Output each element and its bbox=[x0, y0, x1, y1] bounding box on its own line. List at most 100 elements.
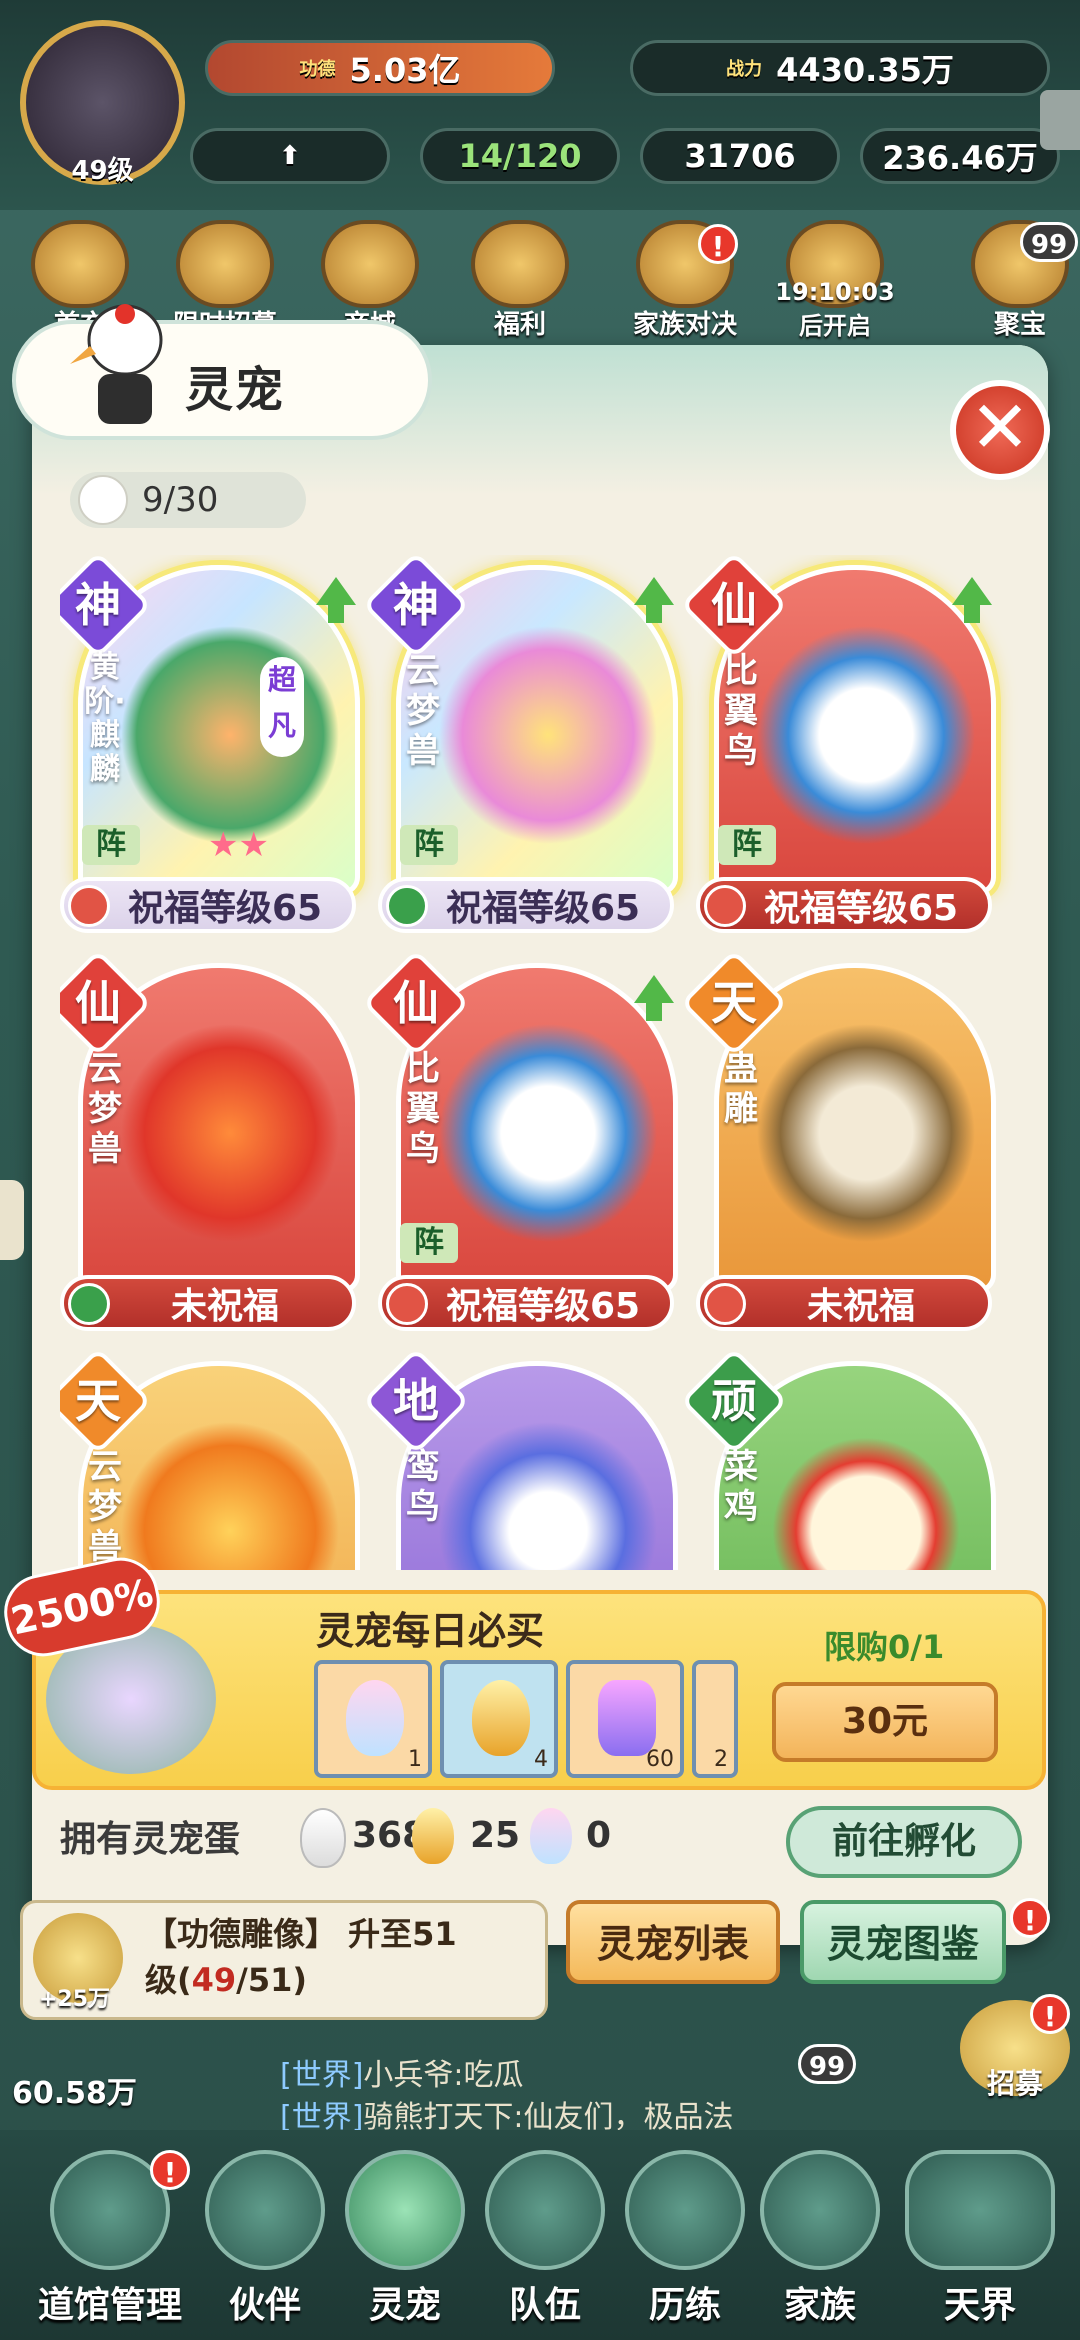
offer-title: 灵宠每日必买 bbox=[316, 1609, 545, 1653]
pet-dex-tab[interactable]: 灵宠图鉴 bbox=[800, 1900, 1006, 1984]
upgrade-arrow-icon[interactable] bbox=[316, 577, 356, 623]
formation-tag: 阵 bbox=[718, 825, 776, 865]
event-timer-button[interactable]: 19:10:03 后开启 bbox=[760, 220, 910, 350]
pet-list-tab[interactable]: 灵宠列表 bbox=[566, 1900, 780, 1984]
rarity-badge: 超凡 bbox=[260, 657, 304, 757]
pet-name: 鸾鸟 bbox=[406, 1447, 440, 1527]
buy-button[interactable]: 30元 bbox=[772, 1682, 998, 1762]
white-egg-icon bbox=[300, 1808, 346, 1868]
shop-icon bbox=[321, 220, 419, 308]
nav-label: 伙伴 bbox=[228, 2285, 301, 2326]
owned-eggs-label: 拥有灵宠蛋 bbox=[60, 1819, 241, 1860]
pet-card[interactable]: 仙 比翼鸟 阵 祝福等级65 bbox=[362, 949, 678, 1333]
close-button[interactable]: ✕ bbox=[950, 380, 1050, 480]
crystal-icon bbox=[598, 1680, 656, 1756]
go-hatch-button[interactable]: 前往孵化 bbox=[786, 1806, 1022, 1878]
pet-capacity-value: 9/30 bbox=[142, 480, 219, 520]
rainbow-egg-count: 0 bbox=[586, 1815, 612, 1856]
currency-coin: 236.46万 bbox=[860, 128, 1060, 184]
upgrade-arrow-icon[interactable] bbox=[634, 577, 674, 623]
nav-training[interactable]: 历练 bbox=[620, 2150, 750, 2340]
offer-item[interactable]: 60 bbox=[566, 1660, 684, 1778]
upgrade-arrow-icon[interactable] bbox=[952, 577, 992, 623]
scroll-icon bbox=[485, 2150, 605, 2270]
pet-name: 云梦兽 bbox=[88, 1447, 122, 1567]
power-value: 4430.35万 bbox=[776, 51, 954, 89]
pet-card[interactable]: 天 云梦兽 bbox=[60, 1347, 360, 1570]
puzzle-icon[interactable] bbox=[1040, 90, 1080, 150]
bless-level: 祝福等级65 bbox=[763, 888, 959, 929]
family-gate-icon bbox=[760, 2150, 880, 2270]
bless-level-button[interactable]: 祝福等级65 bbox=[378, 1275, 674, 1331]
currency-jade: 31706 bbox=[640, 128, 840, 184]
pet-name: 云梦兽 bbox=[406, 651, 440, 771]
grade-text: 天 bbox=[711, 976, 757, 1030]
bless-level-button[interactable]: 未祝福 bbox=[696, 1275, 992, 1331]
chat-channel: [世界] bbox=[280, 2058, 364, 2093]
merit-bar: 功德 5.03亿 bbox=[205, 40, 555, 96]
sword-icon bbox=[68, 885, 110, 927]
nav-label: 队伍 bbox=[508, 2285, 581, 2326]
offer-item[interactable]: 4 bbox=[440, 1660, 558, 1778]
arrow-up-icon[interactable]: ⬆ bbox=[190, 128, 390, 184]
grade-text: 仙 bbox=[393, 976, 439, 1030]
nav-pet[interactable]: 灵宠 bbox=[340, 2150, 470, 2340]
offer-item[interactable]: 1 bbox=[314, 1660, 432, 1778]
welfare-button[interactable]: 福利 bbox=[460, 220, 580, 350]
pet-card[interactable]: 神 黄阶·麒麟 超凡 阵 ★★ 祝福等级65 bbox=[60, 555, 360, 935]
offer-item[interactable]: 2 bbox=[692, 1660, 738, 1778]
pet-name: 蛊雕 bbox=[724, 1049, 758, 1129]
pet-name: 黄阶·麒麟 bbox=[84, 650, 126, 787]
flame-icon bbox=[78, 475, 128, 525]
upgrade-arrow-icon[interactable] bbox=[634, 975, 674, 1021]
recruit-icon bbox=[176, 220, 274, 308]
pet-card[interactable]: 地 鸾鸟 bbox=[362, 1347, 678, 1570]
quest-line1: 【功德雕像】 升至51 bbox=[145, 1915, 457, 1953]
nav-family[interactable]: 家族 bbox=[755, 2150, 885, 2340]
bless-level-button[interactable]: 祝福等级65 bbox=[60, 877, 356, 933]
chat-count-badge: 99 bbox=[798, 2044, 857, 2084]
nav-label: 灵宠 bbox=[368, 2285, 441, 2326]
quest-reward: +25万 bbox=[39, 1987, 111, 2012]
grade-text: 仙 bbox=[75, 976, 121, 1030]
pet-name: 菜鸡 bbox=[724, 1447, 758, 1527]
player-avatar[interactable]: 49级 bbox=[20, 20, 185, 186]
nav-heaven[interactable]: 天界 bbox=[900, 2150, 1060, 2340]
bless-level: 未祝福 bbox=[806, 1286, 915, 1327]
treasure-button[interactable]: 聚宝 99 bbox=[960, 220, 1080, 350]
pet-card[interactable]: 神 云梦兽 阵 祝福等级65 bbox=[362, 555, 678, 935]
rainbow-egg-icon bbox=[346, 1680, 404, 1756]
nav-dojo[interactable]: 道馆管理 ! bbox=[30, 2150, 190, 2340]
pet-capacity-counter: 9/30 bbox=[70, 472, 306, 528]
biyi-bird-art-icon bbox=[756, 625, 976, 845]
bless-level-button[interactable]: 祝福等级65 bbox=[696, 877, 992, 933]
nav-label: 天界 bbox=[943, 2285, 1016, 2326]
bless-level: 祝福等级65 bbox=[127, 888, 323, 929]
treasure-label: 聚宝 bbox=[993, 310, 1046, 340]
chat-message: 小兵爷:吃瓜 bbox=[363, 2058, 524, 2093]
currency-coin-value: 236.46万 bbox=[882, 139, 1038, 177]
bless-level-button[interactable]: 祝福等级65 bbox=[378, 877, 674, 933]
nav-label: 家族 bbox=[783, 2285, 856, 2326]
family-duel-button[interactable]: 家族对决 ! bbox=[610, 220, 760, 350]
offer-item-qty: 1 bbox=[408, 1747, 422, 1772]
count-badge: 99 bbox=[1020, 222, 1079, 262]
dream-beast-art-icon bbox=[120, 1023, 340, 1243]
world-chat[interactable]: [世界]小兵爷:吃瓜 [世界]骑熊打天下:仙友们，极品法 99 bbox=[0, 2040, 1080, 2140]
pet-card[interactable]: 顽 菜鸡 bbox=[680, 1347, 996, 1570]
side-expand-tab[interactable] bbox=[0, 1180, 24, 1260]
quest-panel[interactable]: +25万 【功德雕像】 升至51 级(49/51) bbox=[20, 1900, 548, 2020]
pet-stars: ★★ bbox=[208, 825, 269, 865]
pet-card[interactable]: 仙 云梦兽 未祝福 bbox=[60, 949, 360, 1333]
pet-card[interactable]: 天 蛊雕 未祝福 bbox=[680, 949, 996, 1333]
event-timer: 19:10:03 bbox=[775, 278, 895, 306]
family-duel-label: 家族对决 bbox=[632, 310, 737, 340]
player-level: 49级 bbox=[71, 156, 134, 186]
bless-level-button[interactable]: 未祝福 bbox=[60, 1275, 356, 1331]
offer-item-qty: 4 bbox=[534, 1747, 548, 1772]
nav-team[interactable]: 队伍 bbox=[480, 2150, 610, 2340]
power-tag: 战力 bbox=[726, 59, 763, 80]
pet-name: 比翼鸟 bbox=[406, 1049, 440, 1169]
nav-partner[interactable]: 伙伴 bbox=[200, 2150, 330, 2340]
pet-card[interactable]: 仙 比翼鸟 阵 祝福等级65 bbox=[680, 555, 996, 935]
